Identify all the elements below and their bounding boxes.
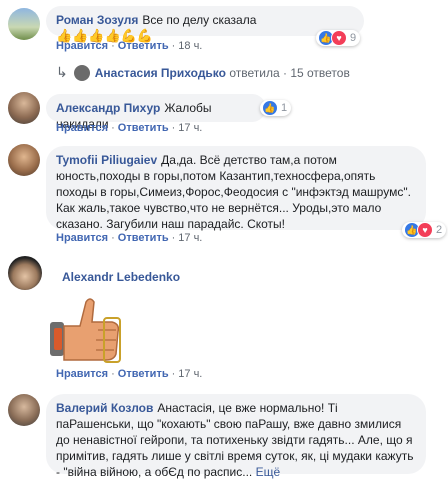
reply-link[interactable]: Ответить <box>118 122 169 134</box>
comment-actions: Нравится · Ответить · 18 ч. <box>56 40 203 52</box>
reply-arrow-icon: ↳ <box>56 64 68 80</box>
reactions-badge[interactable]: 👍 ♥ 2 <box>402 222 447 238</box>
reaction-count: 9 <box>350 32 357 44</box>
like-link[interactable]: Нравится <box>56 122 108 134</box>
reply-link[interactable]: Ответить <box>118 40 169 52</box>
reply-action: ответила <box>229 65 280 80</box>
comment-author[interactable]: Alexandr Lebedenko <box>62 270 180 284</box>
timestamp[interactable]: 18 ч. <box>178 40 202 52</box>
comment-author[interactable]: Tymofii Piliugaiev <box>56 153 157 167</box>
see-more-link[interactable]: Ещё <box>256 465 281 479</box>
comment-author[interactable]: Александр Пихур <box>56 101 160 115</box>
avatar[interactable] <box>8 144 40 176</box>
comment-actions: Нравится · Ответить · 17 ч. <box>56 232 203 244</box>
reaction-count: 1 <box>281 102 288 114</box>
comment-text: Все по делу сказала <box>142 13 257 27</box>
timestamp[interactable]: 17 ч. <box>178 232 202 244</box>
like-link[interactable]: Нравится <box>56 368 108 380</box>
reactions-badge[interactable]: 👍 ♥ 9 <box>316 30 361 46</box>
reply-link[interactable]: Ответить <box>118 368 169 380</box>
reply-link[interactable]: Ответить <box>118 232 169 244</box>
timestamp[interactable]: 17 ч. <box>178 368 202 380</box>
reactions-badge[interactable]: 👍 1 <box>260 100 292 116</box>
love-icon: ♥ <box>417 222 433 238</box>
like-link[interactable]: Нравится <box>56 40 108 52</box>
like-link[interactable]: Нравится <box>56 232 108 244</box>
like-icon: 👍 <box>262 100 278 116</box>
comment-author[interactable]: Роман Зозуля <box>56 13 138 27</box>
reply-author[interactable]: Анастасия Приходько <box>95 66 226 80</box>
comment-actions: Нравится · Ответить · 17 ч. <box>56 122 203 134</box>
avatar[interactable] <box>8 394 40 426</box>
comment-bubble: Tymofii Piliugaiev Да,да. Всё детство там… <box>46 146 426 231</box>
avatar[interactable] <box>8 256 42 290</box>
avatar[interactable] <box>8 92 40 124</box>
comment-author[interactable]: Валерий Козлов <box>56 401 153 415</box>
reply-count[interactable]: 15 ответов <box>290 66 350 80</box>
comment-bubble: Валерий Козлов Анастасія, це вже нормальн… <box>46 394 426 479</box>
comment-bubble: Роман Зозуля Все по делу сказала 👍👍👍👍💪💪 <box>46 6 364 43</box>
separator-dot: · <box>282 65 287 80</box>
reaction-count: 2 <box>436 224 443 236</box>
avatar <box>73 64 90 81</box>
comment-actions: Нравится · Ответить · 17 ч. <box>56 368 203 380</box>
avatar[interactable] <box>8 8 40 40</box>
timestamp[interactable]: 17 ч. <box>178 122 202 134</box>
love-icon: ♥ <box>331 30 347 46</box>
thumbs-up-sticker <box>46 292 126 364</box>
comment-bubble: Александр Пихур Жалобы накидали <box>46 94 266 131</box>
replies-summary[interactable]: ↳ Анастасия Приходько ответила · 15 отве… <box>56 64 350 81</box>
